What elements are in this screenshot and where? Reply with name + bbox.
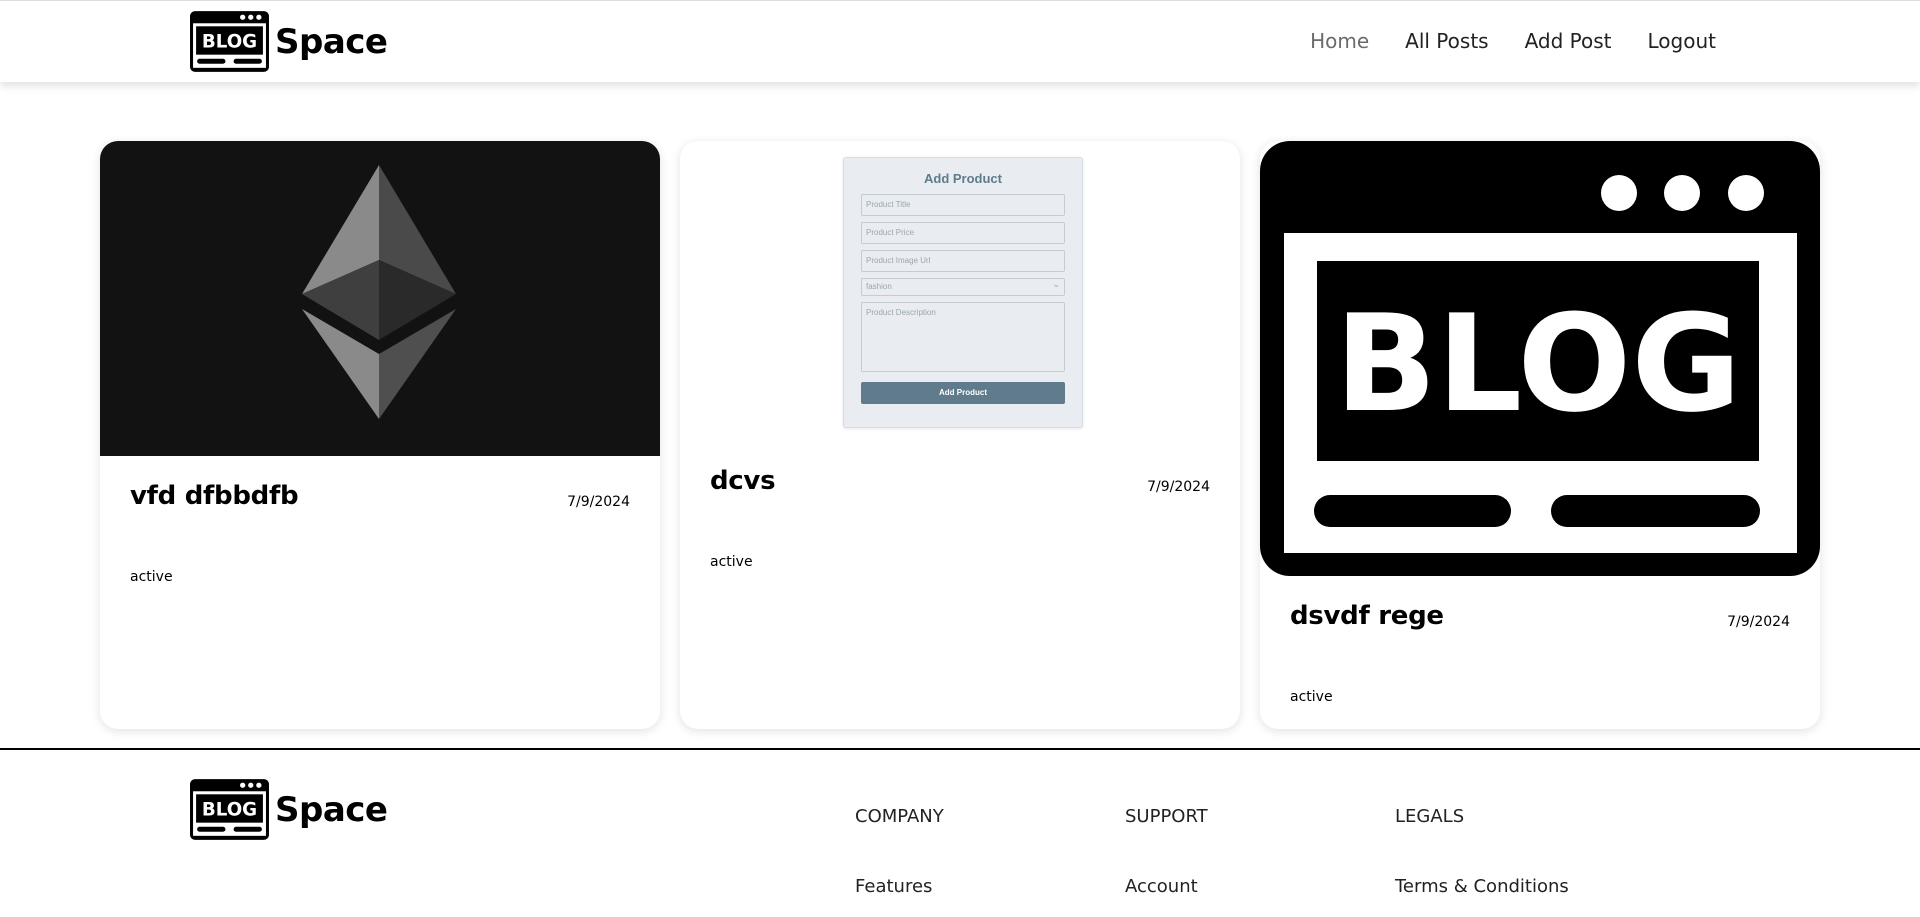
post-image: Add Product Product Title Product Price … [843, 157, 1083, 428]
blog-logo-icon: BLOG [190, 779, 269, 840]
post-status: active [710, 554, 753, 570]
blog-logo-icon: BLOG [190, 11, 269, 72]
post-status: active [1290, 689, 1333, 705]
category-select: fashion [861, 278, 1065, 296]
product-image-field: Product Image Url [861, 250, 1065, 272]
brand-logo[interactable]: BLOG Space [189, 10, 388, 73]
post-date: 7/9/2024 [567, 494, 630, 510]
footer-heading: COMPANY [855, 806, 944, 827]
post-date: 7/9/2024 [1727, 614, 1790, 630]
nav-add-post[interactable]: Add Post [1525, 29, 1612, 53]
form-heading: Add Product [924, 171, 1002, 186]
footer-heading: LEGALS [1395, 806, 1465, 827]
description-field: Product Description [861, 302, 1065, 372]
logo-text: BLOG [202, 800, 257, 821]
product-price-field: Product Price [861, 222, 1065, 244]
post-date: 7/9/2024 [1147, 479, 1210, 495]
add-product-button: Add Product [861, 382, 1065, 404]
footer-column-legals: LEGALS Terms & Conditions [1395, 806, 1569, 897]
site-footer: BLOG Space COMPANY Features SUPPORT Acco… [0, 748, 1920, 917]
post-card[interactable]: vfd dfbbdfb 7/9/2024 active [100, 141, 660, 729]
post-status: active [130, 569, 173, 585]
footer-column-support: SUPPORT Account [1125, 806, 1208, 897]
footer-link-terms[interactable]: Terms & Conditions [1395, 876, 1569, 897]
product-title-field: Product Title [861, 194, 1065, 216]
site-header: BLOG Space Home All Posts Add Post Logou… [0, 0, 1920, 82]
blog-logo-icon: BLOG [1284, 175, 1797, 553]
footer-heading: SUPPORT [1125, 806, 1208, 827]
main-nav: Home All Posts Add Post Logout [1310, 29, 1716, 53]
post-image: BLOG [1260, 141, 1820, 576]
post-card[interactable]: BLOG dsvdf rege 7/9/2024 active [1260, 141, 1820, 729]
post-image [100, 141, 660, 456]
footer-link-features[interactable]: Features [855, 876, 944, 897]
post-title: vfd dfbbdfb [130, 481, 299, 511]
post-card[interactable]: Add Product Product Title Product Price … [680, 141, 1240, 729]
brand-name: Space [275, 21, 388, 62]
ethereum-icon [302, 165, 456, 419]
logo-text: BLOG [1335, 286, 1742, 442]
nav-all-posts[interactable]: All Posts [1405, 29, 1488, 53]
logo-text: BLOG [202, 32, 257, 53]
nav-logout[interactable]: Logout [1648, 29, 1716, 53]
footer-link-account[interactable]: Account [1125, 876, 1208, 897]
footer-brand-logo[interactable]: BLOG Space [189, 778, 388, 841]
post-title: dcvs [710, 466, 776, 496]
footer-column-company: COMPANY Features [855, 806, 944, 897]
post-title: dsvdf rege [1290, 601, 1444, 631]
footer-brand-name: Space [275, 789, 388, 830]
nav-home[interactable]: Home [1310, 29, 1369, 53]
